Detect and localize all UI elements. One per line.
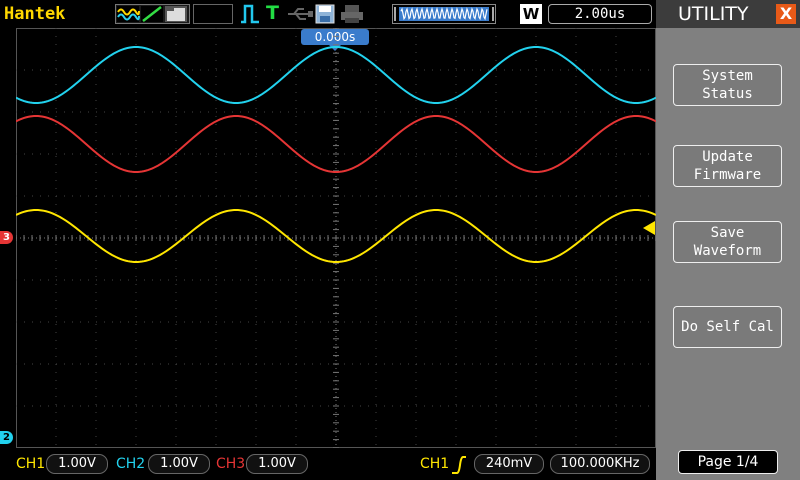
status-empty-box — [193, 4, 233, 24]
graticule — [16, 28, 656, 448]
brand-logo: Hantek — [4, 4, 66, 24]
run-stop-icon[interactable] — [240, 4, 262, 24]
ch1-scale[interactable]: 1.00V — [46, 454, 108, 474]
close-icon[interactable]: X — [776, 4, 796, 24]
ch2-label[interactable]: CH2 — [116, 456, 145, 472]
top-status-bar: Hantek T W 2.00us — [0, 0, 656, 28]
page-indicator-button[interactable]: Page 1/4 — [678, 450, 778, 474]
timebase-value[interactable]: 2.00us — [548, 4, 652, 24]
channel-status-bar: CH1 1.00V CH2 1.00V CH3 1.00V CH1 240mV … — [0, 450, 656, 480]
trigger-source-label[interactable]: CH1 — [420, 456, 449, 472]
acquire-mode-icons[interactable] — [115, 4, 190, 24]
ch2-scale[interactable]: 1.00V — [148, 454, 210, 474]
ch2-ground-marker[interactable]: 2 — [0, 431, 13, 444]
ch1-label[interactable]: CH1 — [16, 456, 45, 472]
timebase-mode-icon[interactable]: W — [520, 4, 542, 24]
self-cal-button[interactable]: Do Self Cal — [673, 306, 782, 348]
system-status-button[interactable]: System Status — [673, 64, 782, 106]
menu-title-bar: UTILITY X — [656, 0, 800, 28]
acquire-block-icon — [165, 6, 187, 22]
self-cal-label: Do Self Cal — [681, 319, 774, 335]
ch3-ground-marker[interactable]: 3 — [0, 231, 13, 244]
ch3-label[interactable]: CH3 — [216, 456, 245, 472]
print-icon[interactable] — [340, 4, 364, 24]
system-status-label: System Status — [702, 68, 753, 102]
save-icon[interactable] — [314, 4, 336, 24]
frequency-readout: 100.000KHz — [550, 454, 650, 474]
acquire-wave-icon — [117, 6, 140, 22]
update-firmware-label: Update Firmware — [693, 149, 762, 183]
waveform-ch2 — [16, 45, 656, 105]
menu-title: UTILITY — [678, 3, 749, 25]
utility-menu-panel: UTILITY X System Status Update Firmware … — [656, 0, 800, 480]
save-waveform-button[interactable]: Save Waveform — [673, 221, 782, 263]
trigger-level-marker[interactable] — [643, 221, 655, 235]
trigger-status-label: T — [266, 2, 279, 24]
usb-icon — [286, 4, 314, 24]
memory-position-strip[interactable] — [392, 4, 496, 24]
ch3-scale[interactable]: 1.00V — [246, 454, 308, 474]
waveform-display[interactable] — [16, 28, 656, 448]
rising-edge-icon — [451, 455, 467, 479]
acquire-line-icon — [141, 6, 163, 22]
trigger-level-value[interactable]: 240mV — [474, 454, 544, 474]
save-waveform-label: Save Waveform — [693, 225, 762, 259]
update-firmware-button[interactable]: Update Firmware — [673, 145, 782, 187]
